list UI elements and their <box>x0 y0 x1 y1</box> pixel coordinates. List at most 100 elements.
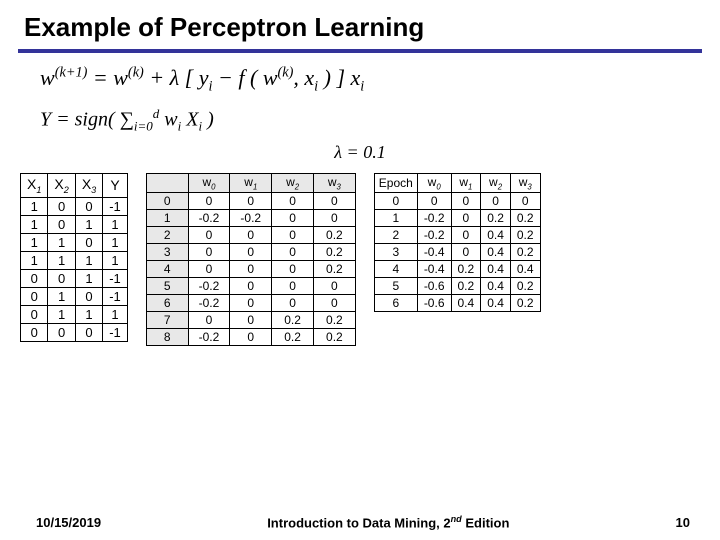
output-equation: Y = sign( ∑i=0d wi Xi ) <box>40 104 720 136</box>
footer-title: Introduction to Data Mining, 2nd Edition <box>267 514 509 530</box>
table-cell: 0.4 <box>451 295 481 312</box>
table-cell: 0 <box>272 210 314 227</box>
table-cell: 1 <box>48 251 75 269</box>
epoch-weights-table: Epochw0w1w2w3000001-0.200.20.22-0.200.40… <box>374 173 541 312</box>
table-cell: -1 <box>103 197 128 215</box>
table-row: 1111 <box>21 251 128 269</box>
table-cell: 0 <box>75 287 102 305</box>
table-cell: 0 <box>230 295 272 312</box>
table-cell: -0.2 <box>188 278 230 295</box>
table-cell: 1 <box>103 251 128 269</box>
table-cell: 6 <box>146 295 188 312</box>
table-cell: 1 <box>146 210 188 227</box>
table-cell: 1 <box>75 251 102 269</box>
slide-title: Example of Perceptron Learning <box>0 0 720 49</box>
table-cell: 0 <box>313 295 355 312</box>
table-cell: -0.2 <box>188 329 230 346</box>
table-cell: 0 <box>313 193 355 210</box>
table-cell: 1 <box>21 233 48 251</box>
table-cell: -0.2 <box>230 210 272 227</box>
table-cell: 0 <box>48 269 75 287</box>
table-cell: 1 <box>75 215 102 233</box>
table-cell: 5 <box>146 278 188 295</box>
table-row: 8-0.200.20.2 <box>146 329 355 346</box>
iteration-weights-table: w0w1w2w3000001-0.2-0.20020000.230000.240… <box>146 173 356 346</box>
table-cell: 0 <box>188 227 230 244</box>
table-row: 20000.2 <box>146 227 355 244</box>
column-header <box>146 173 188 192</box>
table-row: 010-1 <box>21 287 128 305</box>
table-cell: 0 <box>451 227 481 244</box>
table-cell: 0 <box>451 193 481 210</box>
column-header: w1 <box>451 173 481 192</box>
table-row: 100-1 <box>21 197 128 215</box>
table-row: 30000.2 <box>146 244 355 261</box>
table-cell: 1 <box>75 305 102 323</box>
table-cell: 0 <box>451 210 481 227</box>
table-cell: 0 <box>230 312 272 329</box>
table-cell: 0 <box>146 193 188 210</box>
table-cell: -0.2 <box>188 210 230 227</box>
table-cell: 0 <box>230 193 272 210</box>
footer-date: 10/15/2019 <box>36 515 101 530</box>
column-header: w0 <box>417 173 451 192</box>
table-cell: 0 <box>272 193 314 210</box>
table-cell: 0.2 <box>510 227 540 244</box>
table-cell: 1 <box>374 210 417 227</box>
column-header: w1 <box>230 173 272 192</box>
table-row: 2-0.200.40.2 <box>374 227 540 244</box>
table-cell: 4 <box>374 261 417 278</box>
column-header: w3 <box>510 173 540 192</box>
table-cell: 0.2 <box>451 278 481 295</box>
table-cell: 0.2 <box>481 210 511 227</box>
table-cell: 0 <box>230 227 272 244</box>
table-cell: 0 <box>188 193 230 210</box>
table-cell: 5 <box>374 278 417 295</box>
update-rule-equation: w(k+1) = w(k) + λ [ yi − f ( w(k), xi ) … <box>40 61 720 98</box>
table-cell: 4 <box>146 261 188 278</box>
table-cell: -1 <box>103 269 128 287</box>
table-cell: 0 <box>510 193 540 210</box>
slide-footer: 10/15/2019 Introduction to Data Mining, … <box>0 514 720 530</box>
table-cell: 0 <box>417 193 451 210</box>
table-cell: 0 <box>230 278 272 295</box>
tables-row: X1X2X3Y100-1101111011111001-1010-1011100… <box>0 163 720 346</box>
table-cell: 0 <box>230 244 272 261</box>
table-cell: 0.4 <box>481 244 511 261</box>
table-cell: 0 <box>21 305 48 323</box>
table-row: 40000.2 <box>146 261 355 278</box>
column-header: X1 <box>21 173 48 197</box>
table-row: 7000.20.2 <box>146 312 355 329</box>
table-cell: 0 <box>188 261 230 278</box>
table-row: 4-0.40.20.40.4 <box>374 261 540 278</box>
table-row: 5-0.2000 <box>146 278 355 295</box>
table-cell: 2 <box>374 227 417 244</box>
table-cell: 0 <box>188 244 230 261</box>
table-row: 5-0.60.20.40.2 <box>374 278 540 295</box>
table-cell: 0 <box>21 269 48 287</box>
table-cell: 1 <box>48 287 75 305</box>
table-cell: 0.2 <box>313 244 355 261</box>
table-cell: 8 <box>146 329 188 346</box>
table-cell: 0 <box>481 193 511 210</box>
table-cell: -0.4 <box>417 261 451 278</box>
table-row: 6-0.2000 <box>146 295 355 312</box>
table-cell: 0.2 <box>272 329 314 346</box>
table-cell: 0 <box>272 278 314 295</box>
footer-page-number: 10 <box>676 515 690 530</box>
table-cell: 0.2 <box>313 261 355 278</box>
table-cell: 0 <box>272 227 314 244</box>
table-cell: -0.2 <box>188 295 230 312</box>
table-cell: 0 <box>75 233 102 251</box>
table-cell: 0 <box>21 323 48 341</box>
table-cell: 3 <box>374 244 417 261</box>
table-cell: 3 <box>146 244 188 261</box>
table-cell: 0 <box>272 295 314 312</box>
table-row: 6-0.60.40.40.2 <box>374 295 540 312</box>
table-cell: 0.2 <box>313 312 355 329</box>
table-row: 001-1 <box>21 269 128 287</box>
column-header: X3 <box>75 173 102 197</box>
table-cell: 0 <box>230 329 272 346</box>
table-cell: 0.4 <box>481 261 511 278</box>
table-cell: -0.2 <box>417 227 451 244</box>
